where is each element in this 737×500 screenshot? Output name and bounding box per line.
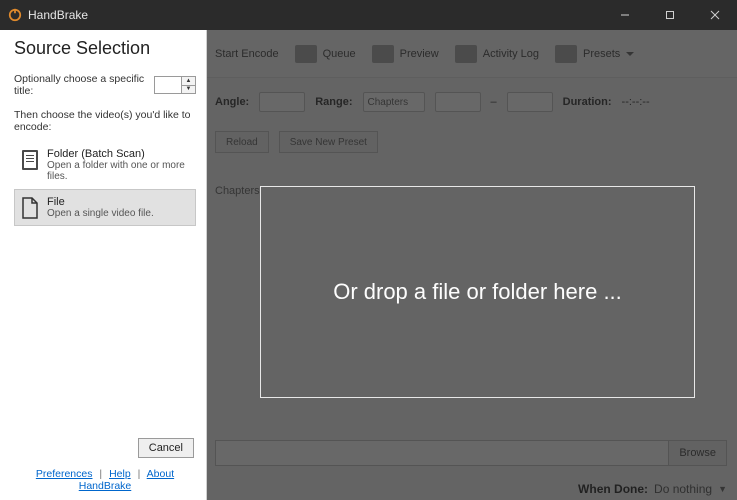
file-icon [21,197,39,219]
source-option-folder[interactable]: Folder (Batch Scan) Open a folder with o… [14,141,196,189]
drop-zone[interactable]: Or drop a file or folder here ... [260,186,695,398]
specific-title-row: Optionally choose a specific title: ▲ ▼ [14,73,196,97]
source-option-file[interactable]: File Open a single video file. [14,189,196,226]
cancel-button[interactable]: Cancel [138,438,194,458]
preferences-link[interactable]: Preferences [36,468,93,480]
close-button[interactable] [692,0,737,30]
folder-desc: Open a folder with one or more files. [47,160,189,182]
help-link[interactable]: Help [109,468,131,480]
app-title: HandBrake [28,8,88,22]
spinner-down-icon[interactable]: ▼ [182,86,195,94]
titlebar: HandBrake [0,0,737,30]
minimize-button[interactable] [602,0,647,30]
drop-zone-text: Or drop a file or folder here ... [333,279,622,305]
panel-footer-links: Preferences | Help | About HandBrake [14,468,196,494]
spinner-up-icon[interactable]: ▲ [182,77,195,86]
folder-title: Folder (Batch Scan) [47,148,189,160]
title-input[interactable] [154,76,182,94]
panel-title: Source Selection [14,38,196,59]
folder-icon [21,149,39,171]
title-spinner[interactable]: ▲ ▼ [154,76,196,94]
file-desc: Open a single video file. [47,208,154,219]
handbrake-icon [8,8,22,22]
source-selection-panel: Source Selection Optionally choose a spe… [0,30,207,500]
maximize-button[interactable] [647,0,692,30]
choose-videos-label: Then choose the video(s) you'd like to e… [14,109,196,133]
file-title: File [47,196,154,208]
specific-title-label: Optionally choose a specific title: [14,73,148,97]
